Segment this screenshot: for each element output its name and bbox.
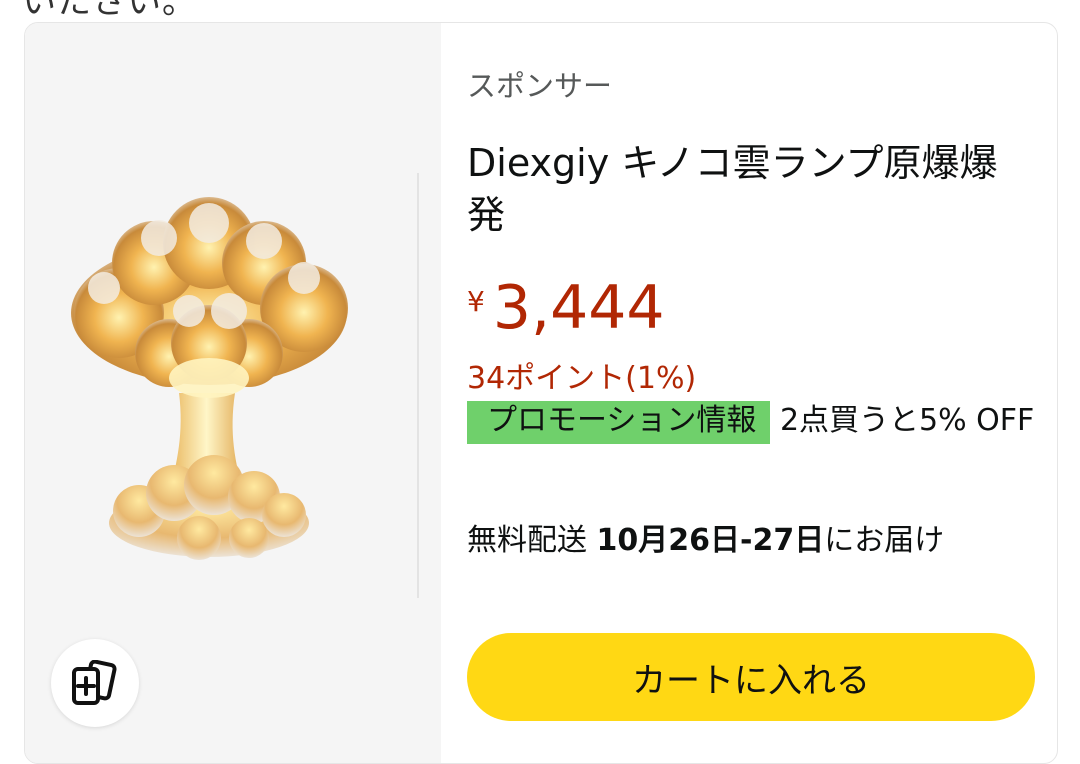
add-to-cart-button[interactable]: カートに入れる: [467, 633, 1035, 721]
product-price: ¥ 3,444: [467, 273, 665, 343]
points-text: 34ポイント(1%): [467, 361, 697, 396]
promotion-badge[interactable]: プロモーション情報: [467, 401, 771, 444]
delivery-date: 10月26日-27日: [596, 523, 825, 558]
promotion-row: プロモーション情報 2点買うと5% OFF: [467, 395, 1037, 447]
page-text-fragment: いたさい。: [22, 0, 197, 22]
promotion-text: 2点買うと5% OFF: [770, 403, 1035, 438]
product-image[interactable]: [59, 193, 359, 573]
delivery-suffix: にお届け: [824, 523, 945, 558]
price-currency-symbol: ¥: [467, 285, 485, 318]
price-amount: 3,444: [492, 273, 665, 343]
sponsored-label: スポンサー: [467, 69, 613, 103]
compare-cards-icon: [72, 660, 117, 705]
product-image-panel[interactable]: [25, 23, 441, 763]
delivery-info: 無料配送 10月26日-27日にお届け: [467, 515, 944, 559]
product-card[interactable]: スポンサー Diexgiy キノコ雲ランプ原爆爆発 ¥ 3,444 34ポイント…: [24, 22, 1058, 764]
product-title[interactable]: Diexgiy キノコ雲ランプ原爆爆発: [467, 137, 1027, 241]
image-divider: [417, 173, 419, 598]
delivery-prefix: 無料配送: [467, 523, 597, 558]
compare-button[interactable]: [51, 639, 139, 727]
